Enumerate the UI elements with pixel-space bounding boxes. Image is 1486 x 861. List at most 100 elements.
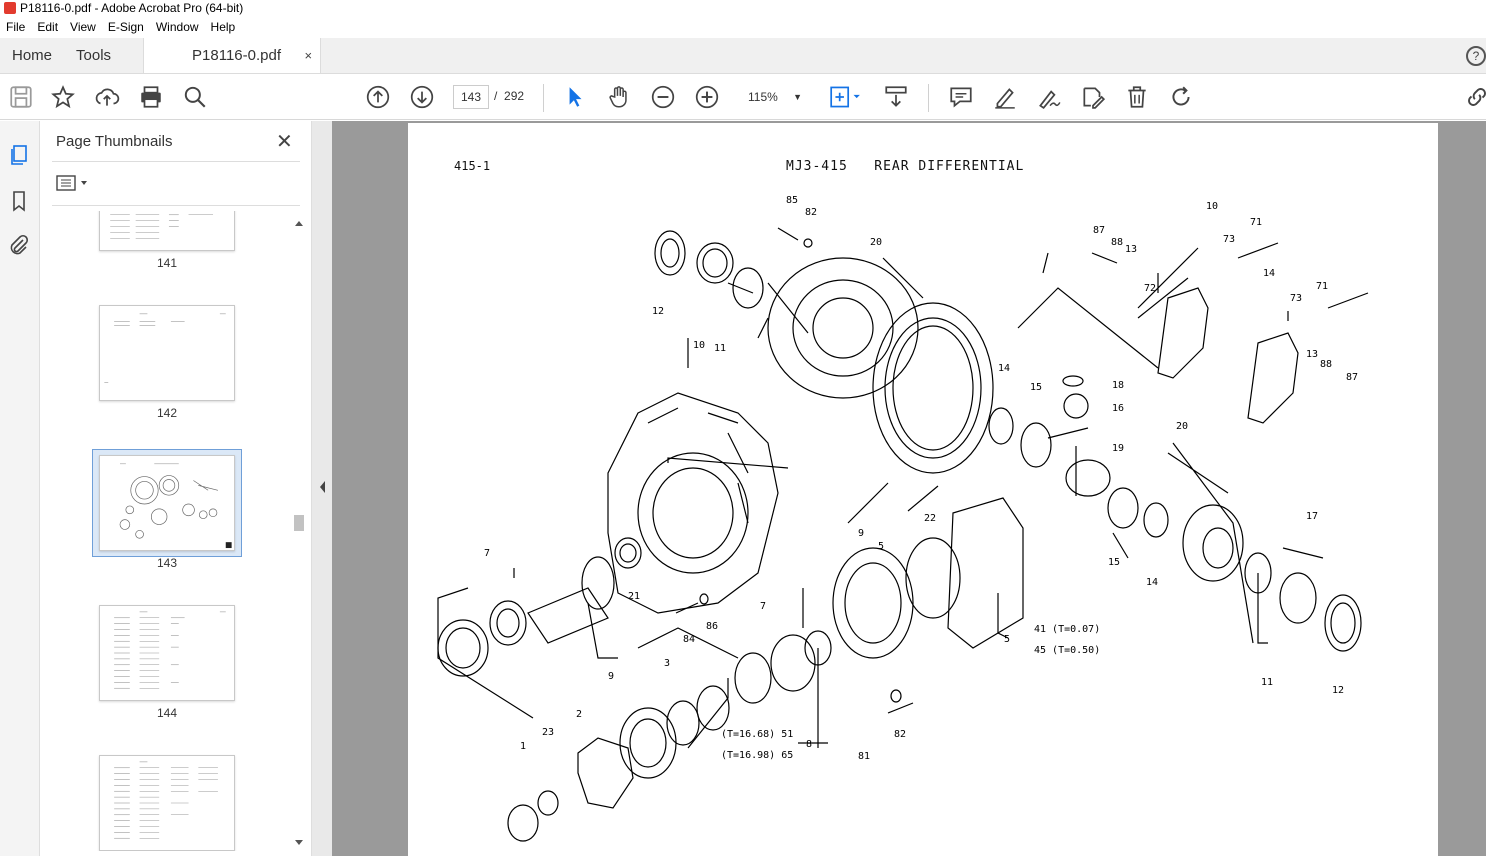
callout: 17	[1306, 511, 1318, 522]
tab-home[interactable]: Home	[0, 38, 64, 73]
upload-icon[interactable]	[94, 84, 120, 110]
help-icon[interactable]: ?	[1466, 46, 1486, 66]
tab-document[interactable]: P18116-0.pdf ×	[143, 38, 322, 73]
exploded-parts-diagram: 85 82 20 10 71 87 88 13 73 72 12 11 10 1…	[437, 195, 1369, 842]
thumbnail-page-141[interactable]	[99, 211, 235, 251]
toolbar-divider	[543, 84, 544, 112]
callout: 87	[1093, 225, 1105, 236]
callout: 12	[652, 306, 664, 317]
tab-bar: Home Tools P18116-0.pdf × ?	[0, 38, 1486, 74]
callout: 19	[1112, 443, 1124, 454]
callout: 86	[706, 621, 718, 632]
rotate-icon[interactable]	[1168, 84, 1194, 110]
next-page-icon[interactable]	[409, 84, 435, 110]
sign-icon[interactable]	[1036, 84, 1062, 110]
menu-help[interactable]: Help	[205, 20, 242, 34]
callout: 87	[1346, 372, 1358, 383]
ref-note: 5	[1004, 634, 1010, 645]
ref-note: 8	[806, 739, 812, 750]
callout: 11	[1261, 677, 1273, 688]
callout: 20	[870, 237, 882, 248]
tab-close-icon[interactable]: ×	[304, 48, 312, 63]
window-title: P18116-0.pdf - Adobe Acrobat Pro (64-bit…	[20, 1, 244, 15]
callout: 23	[542, 727, 554, 738]
toolbar: 143 / 292 115% ▼	[0, 74, 1486, 120]
callout: 7	[484, 548, 490, 559]
menu-bar: File Edit View E-Sign Window Help	[0, 16, 1486, 38]
callout: 71	[1316, 281, 1328, 292]
menu-esign[interactable]: E-Sign	[102, 20, 150, 34]
thumbnail-page-142[interactable]	[99, 305, 235, 401]
thumbnail-label: 142	[156, 406, 178, 420]
pdf-page: 415-1 MJ3-415 REAR DIFFERENTIAL 85 82 20…	[408, 123, 1438, 856]
callout: 18	[1112, 380, 1124, 391]
menu-view[interactable]: View	[64, 20, 102, 34]
hand-icon[interactable]	[606, 84, 632, 110]
menu-edit[interactable]: Edit	[31, 20, 64, 34]
callout: 13	[1306, 349, 1318, 360]
prev-page-icon[interactable]	[365, 84, 391, 110]
print-icon[interactable]	[138, 84, 164, 110]
callout: 21	[628, 591, 640, 602]
page-count: / 292	[494, 89, 525, 103]
options-menu-icon[interactable]	[56, 173, 96, 195]
callout: 14	[998, 363, 1010, 374]
callout: 2	[576, 709, 582, 720]
search-icon[interactable]	[182, 84, 208, 110]
fit-icon[interactable]	[828, 84, 862, 110]
thumbnail-scrollbar[interactable]	[292, 213, 306, 853]
acrobat-icon	[4, 2, 16, 14]
callout: 11	[714, 343, 726, 354]
spacer-note: (T=16.98) 65	[721, 750, 793, 761]
select-icon[interactable]	[562, 84, 588, 110]
callout: 12	[1332, 685, 1344, 696]
callout: 85	[786, 195, 798, 206]
menu-window[interactable]: Window	[150, 20, 205, 34]
page-number-input[interactable]: 143	[453, 85, 489, 109]
panel-splitter[interactable]	[312, 121, 332, 856]
divider	[52, 205, 300, 206]
callout: 73	[1290, 293, 1302, 304]
tab-tools[interactable]: Tools	[64, 38, 123, 73]
callout: 15	[1030, 382, 1042, 393]
thumbnails-panel: Page Thumbnails ✕ 141 142 143 144	[40, 121, 312, 856]
zoom-in-icon[interactable]	[694, 84, 720, 110]
star-icon[interactable]	[50, 84, 76, 110]
delete-icon[interactable]	[1124, 84, 1150, 110]
document-viewer[interactable]: 415-1 MJ3-415 REAR DIFFERENTIAL 85 82 20…	[332, 121, 1486, 856]
link-icon[interactable]	[1464, 84, 1486, 110]
close-icon[interactable]: ✕	[276, 129, 293, 154]
fill-sign-icon[interactable]	[1080, 84, 1106, 110]
callout: 88	[1320, 359, 1332, 370]
callout: 13	[1125, 244, 1137, 255]
comment-icon[interactable]	[948, 84, 974, 110]
zoom-value: 115%	[748, 90, 778, 104]
callout: 72	[1144, 283, 1156, 294]
callout: 84	[683, 634, 695, 645]
callout: 88	[1111, 237, 1123, 248]
attachment-icon[interactable]	[7, 233, 31, 257]
save-icon[interactable]	[8, 84, 34, 110]
thumbnail-label: 144	[156, 706, 178, 720]
spacer-note: (T=16.68) 51	[721, 729, 793, 740]
thumbnail-label: 143	[156, 556, 178, 570]
thumbnail-label: 141	[156, 256, 178, 270]
menu-file[interactable]: File	[0, 20, 31, 34]
callout: 14	[1146, 577, 1158, 588]
zoom-out-icon[interactable]	[650, 84, 676, 110]
highlight-icon[interactable]	[992, 84, 1018, 110]
thumbnail-page-145[interactable]	[99, 755, 235, 851]
callout: 73	[1223, 234, 1235, 245]
page-thumbnails-icon[interactable]	[7, 143, 31, 167]
thumbnail-page-144[interactable]	[99, 605, 235, 701]
panel-title: Page Thumbnails	[56, 133, 173, 150]
thumbnail-page-143[interactable]	[99, 455, 235, 551]
divider	[52, 161, 300, 162]
callout: 9	[608, 671, 614, 682]
left-rail	[0, 121, 40, 856]
callout: 71	[1250, 217, 1262, 228]
bookmark-icon[interactable]	[7, 189, 31, 213]
scroll-mode-icon[interactable]	[883, 84, 909, 110]
callout: 10	[693, 340, 705, 351]
zoom-select[interactable]: 115% ▼	[738, 85, 808, 109]
